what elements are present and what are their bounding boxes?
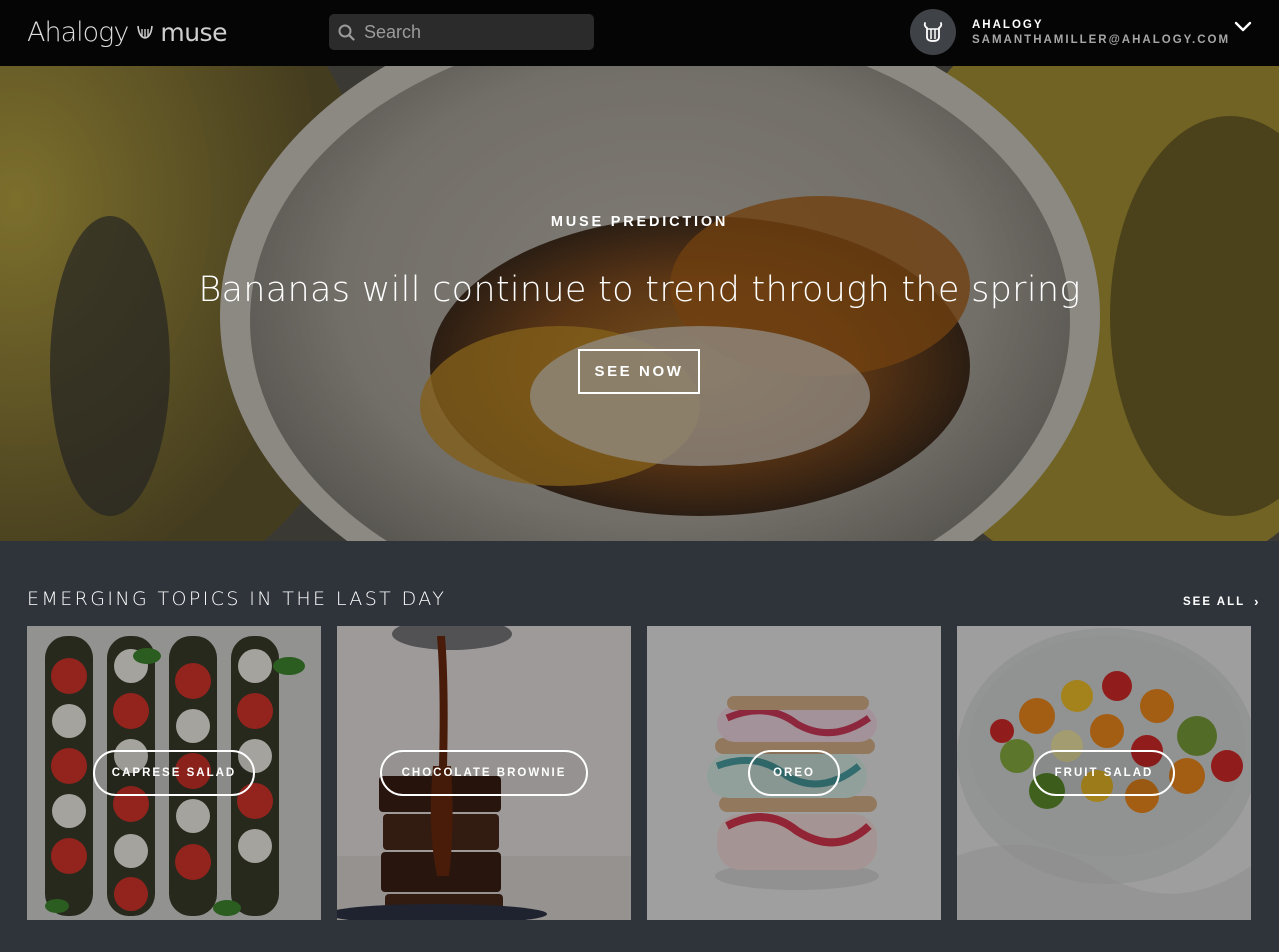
muse-lyre-icon — [137, 25, 154, 39]
hero-banner: MUSE PREDICTION Bananas will continue to… — [0, 66, 1279, 541]
account-name: AHALOGY — [972, 18, 1044, 31]
topic-label[interactable]: OREO — [748, 750, 840, 796]
see-all-label: SEE ALL — [1183, 595, 1246, 608]
search-icon — [338, 24, 355, 41]
topic-label[interactable]: CAPRESE SALAD — [93, 750, 255, 796]
topic-label[interactable]: CHOCOLATE BROWNIE — [380, 750, 588, 796]
logo-product: muse — [160, 17, 227, 47]
topic-card-chocolate-brownie[interactable]: CHOCOLATE BROWNIE — [337, 626, 631, 920]
account-email: SAMANTHAMILLER@AHALOGY.COM — [972, 33, 1231, 46]
top-bar: Ahalogy muse AHALOGY SAMANTHAMILLER@AH — [0, 0, 1279, 66]
topic-card-fruit-salad[interactable]: FRUIT SALAD — [957, 626, 1251, 920]
account-info[interactable]: AHALOGY SAMANTHAMILLER@AHALOGY.COM — [972, 19, 1230, 46]
avatar[interactable] — [910, 9, 956, 55]
logo[interactable]: Ahalogy muse — [27, 12, 227, 52]
topic-cards: CAPRESE SALAD CHOCOLATE BROWNIE OREO FRU… — [27, 626, 1267, 920]
see-all-link[interactable]: SEE ALL › — [1183, 594, 1260, 609]
topic-card-oreo[interactable]: OREO — [647, 626, 941, 920]
chevron-right-icon: › — [1254, 594, 1261, 609]
search-input[interactable] — [364, 21, 579, 43]
see-now-button[interactable]: SEE NOW — [578, 349, 700, 394]
topic-label[interactable]: FRUIT SALAD — [1033, 750, 1175, 796]
chevron-down-icon[interactable] — [1234, 20, 1252, 34]
search-bar[interactable] — [329, 14, 594, 50]
logo-brand: Ahalogy — [27, 16, 129, 48]
topic-card-caprese-salad[interactable]: CAPRESE SALAD — [27, 626, 321, 920]
lyre-icon — [923, 22, 943, 42]
account-menu[interactable]: AHALOGY SAMANTHAMILLER@AHALOGY.COM — [910, 8, 1230, 56]
hero-kicker: MUSE PREDICTION — [550, 214, 729, 230]
section-title: EMERGING TOPICS IN THE LAST DAY — [27, 588, 447, 610]
hero-title: Bananas will continue to trend through t… — [198, 270, 1081, 310]
